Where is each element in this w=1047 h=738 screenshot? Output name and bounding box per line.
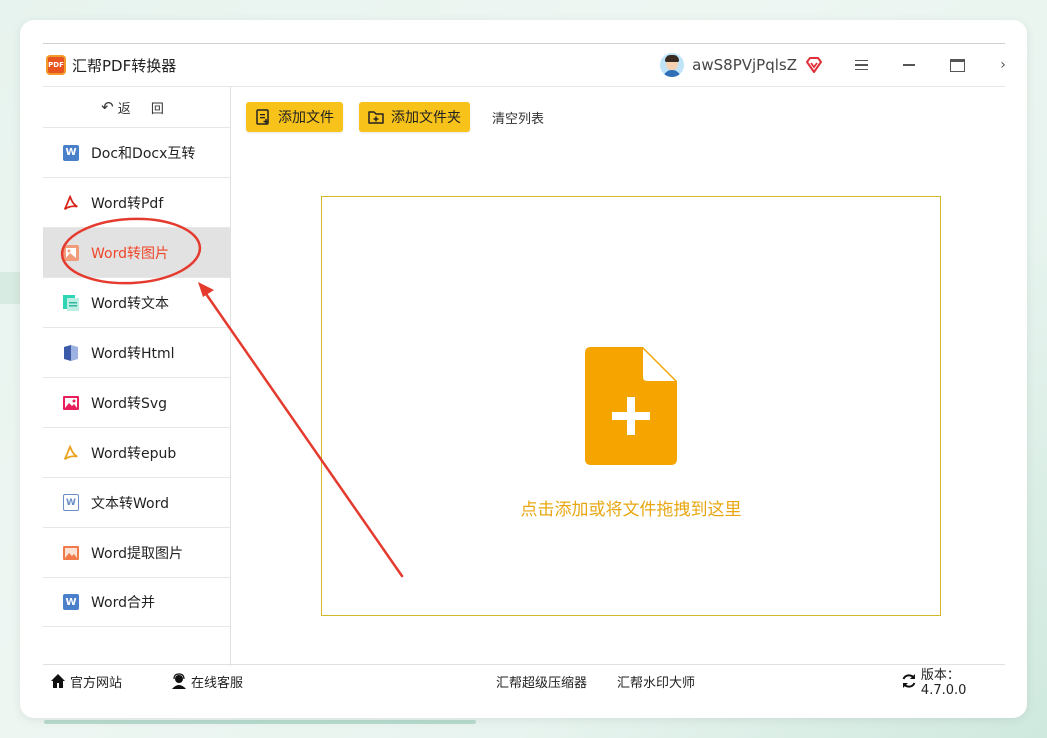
epub-icon <box>62 444 80 462</box>
sidebar-item-label: Word转图片 <box>91 245 169 262</box>
sidebar-item-word-to-text[interactable]: Word转文本 <box>43 277 230 327</box>
sidebar-item-label: Word转epub <box>91 445 177 462</box>
support-label: 在线客服 <box>191 675 244 691</box>
hamburger-icon <box>854 57 868 74</box>
add-folder-label: 添加文件夹 <box>391 110 461 126</box>
sidebar-item-label: Word提取图片 <box>91 545 183 562</box>
sidebar-item-word-to-epub[interactable]: Word转epub <box>43 427 230 477</box>
title-bar: PDF 汇帮PDF转换器 awS8PVjPqlsZ › <box>43 44 1006 86</box>
word-outline-icon: W <box>62 494 80 512</box>
app-window: PDF 汇帮PDF转换器 awS8PVjPqlsZ › ↶ 返 回 W Doc和… <box>20 20 1027 718</box>
add-file-label: 添加文件 <box>278 110 334 126</box>
add-folder-button[interactable]: 添加文件夹 <box>359 102 470 132</box>
main-panel: 添加文件 添加文件夹 清空列表 点击添加或将文件拖拽到这里 <box>231 86 1005 666</box>
footer: 官方网站 在线客服 汇帮超级压缩器 汇帮水印大师 版本：4.7.0.0 <box>43 664 1005 698</box>
word-icon: W <box>62 593 80 611</box>
back-label: 返 回 <box>117 101 172 117</box>
maximize-button[interactable] <box>933 44 981 86</box>
sidebar-item-extract-images[interactable]: Word提取图片 <box>43 527 230 577</box>
back-arrow-icon: ↶ <box>101 98 114 116</box>
word-icon: W <box>62 144 80 162</box>
extract-image-icon <box>62 544 80 562</box>
compressor-label: 汇帮超级压缩器 <box>496 675 588 691</box>
version-info[interactable]: 版本：4.7.0.0 <box>901 665 1005 698</box>
text-icon <box>62 294 80 312</box>
watermark-link[interactable]: 汇帮水印大师 <box>617 665 695 697</box>
dropzone-text: 点击添加或将文件拖拽到这里 <box>520 500 742 520</box>
title-bar-controls: awS8PVjPqlsZ › <box>660 44 1006 86</box>
sidebar-item-label: Word转文本 <box>91 295 169 312</box>
support-link[interactable]: 在线客服 <box>171 665 243 697</box>
website-link[interactable]: 官方网站 <box>50 665 122 697</box>
clear-list-button[interactable]: 清空列表 <box>492 108 544 127</box>
background-bar <box>44 720 476 724</box>
html-icon <box>62 344 80 362</box>
svg-icon <box>62 394 80 412</box>
avatar[interactable] <box>660 53 685 77</box>
version-label: 版本：4.7.0.0 <box>920 668 967 698</box>
sidebar-item-label: 文本转Word <box>91 495 169 512</box>
sidebar-item-label: Word合并 <box>91 595 155 611</box>
back-button[interactable]: ↶ 返 回 <box>43 87 230 127</box>
sidebar-item-word-merge[interactable]: W Word合并 <box>43 577 230 627</box>
sidebar-item-label: Doc和Docx互转 <box>91 145 196 162</box>
minimize-icon <box>903 64 915 66</box>
file-dropzone[interactable]: 点击添加或将文件拖拽到这里 <box>321 196 941 616</box>
sidebar-item-label: Word转Html <box>91 345 175 362</box>
watermark-label: 汇帮水印大师 <box>617 675 696 691</box>
sidebar-item-doc-docx[interactable]: W Doc和Docx互转 <box>43 127 230 177</box>
sidebar-item-label: Word转Svg <box>91 395 168 412</box>
toolbar: 添加文件 添加文件夹 清空列表 <box>246 102 544 132</box>
home-icon <box>51 674 65 688</box>
add-file-button[interactable]: 添加文件 <box>246 102 343 132</box>
compressor-link[interactable]: 汇帮超级压缩器 <box>496 665 587 697</box>
sidebar-item-word-to-pdf[interactable]: Word转Pdf <box>43 177 230 227</box>
sidebar-item-word-to-image[interactable]: Word转图片 <box>43 227 230 277</box>
sidebar-item-label: Word转Pdf <box>91 195 164 212</box>
maximize-icon <box>949 58 965 72</box>
support-agent-icon <box>172 673 186 689</box>
add-document-icon <box>585 347 677 465</box>
add-file-icon <box>256 109 269 125</box>
sidebar-item-text-to-word[interactable]: W 文本转Word <box>43 477 230 527</box>
image-icon <box>62 244 80 262</box>
minimize-button[interactable] <box>885 44 933 86</box>
app-logo-icon: PDF <box>46 55 66 75</box>
close-button[interactable]: › <box>981 44 1006 86</box>
app-title: 汇帮PDF转换器 <box>72 56 177 75</box>
sidebar: ↶ 返 回 W Doc和Docx互转 Word转Pdf Word转图片 Word… <box>43 86 231 666</box>
chevron-right-icon: › <box>1000 57 1006 73</box>
vip-diamond-icon[interactable] <box>805 56 823 74</box>
username[interactable]: awS8PVjPqlsZ <box>692 56 797 74</box>
refresh-icon <box>902 674 916 688</box>
pdf-icon <box>62 194 80 212</box>
app-frame: PDF 汇帮PDF转换器 awS8PVjPqlsZ › ↶ 返 回 W Doc和… <box>43 43 1006 698</box>
add-folder-icon <box>368 111 384 124</box>
sidebar-item-word-to-html[interactable]: Word转Html <box>43 327 230 377</box>
website-label: 官方网站 <box>70 675 123 691</box>
menu-button[interactable] <box>837 44 885 86</box>
sidebar-item-word-to-svg[interactable]: Word转Svg <box>43 377 230 427</box>
